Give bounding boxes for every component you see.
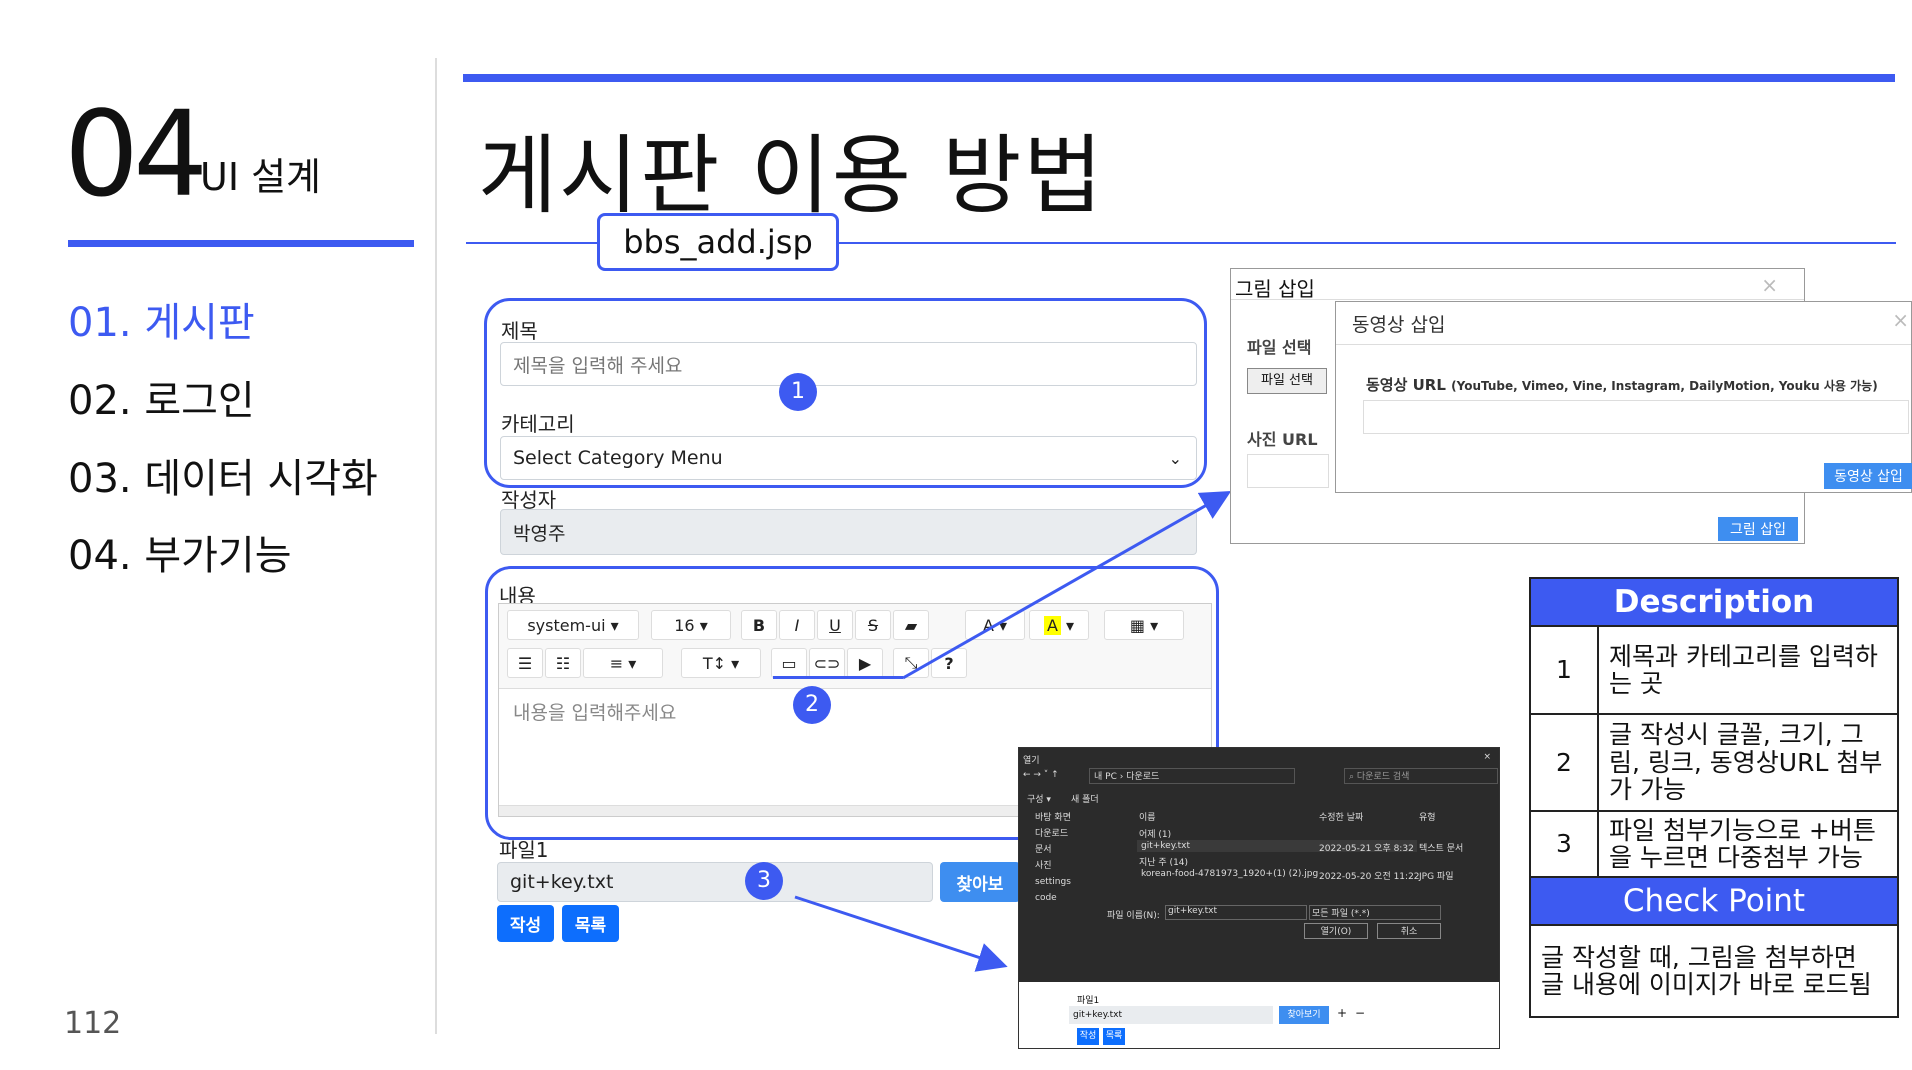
file-row-name[interactable]: korean-food-4781973_1920+(1) (2).jpg xyxy=(1141,869,1318,879)
file-row-type: JPG 파일 xyxy=(1419,872,1454,882)
check-point-text: 글 작성할 때, 그림을 첨부하면 글 내용에 이미지가 바로 로드됨 xyxy=(1529,924,1899,1018)
file-row-date: 2022-05-21 오후 8:32 xyxy=(1319,844,1414,854)
minus-icon[interactable]: − xyxy=(1355,1006,1365,1020)
check-point-header: Check Point xyxy=(1529,876,1899,926)
close-icon[interactable]: × xyxy=(1483,752,1491,762)
plus-icon[interactable]: + xyxy=(1337,1006,1347,1020)
close-icon[interactable]: × xyxy=(1892,308,1909,332)
close-icon[interactable]: × xyxy=(1761,273,1778,297)
filename-label: 파일 이름(N): xyxy=(1107,911,1160,921)
open-button[interactable]: 열기(O) xyxy=(1304,923,1368,939)
desc-text: 파일 첨부기능으로 +버튼을 누르면 다중첨부 가능 xyxy=(1597,810,1899,878)
sidebar-item[interactable]: 사진 xyxy=(1035,858,1071,874)
desc-num: 1 xyxy=(1529,625,1599,715)
video-insert-button[interactable]: 동영상 삽입 xyxy=(1824,463,1912,489)
video-url-input[interactable] xyxy=(1363,400,1909,434)
file-dialog-screenshot: 열기 × ← → ˅ ↑ 내 PC › 다운로드 ⌕ 다운로드 검색 구성 ▾ … xyxy=(1018,747,1500,1049)
cancel-button[interactable]: 취소 xyxy=(1377,923,1441,939)
below-file-label: 파일1 xyxy=(1077,996,1100,1006)
sidebar-item[interactable]: code xyxy=(1035,890,1071,906)
description-header: Description xyxy=(1529,577,1899,627)
address-bar[interactable]: 내 PC › 다운로드 xyxy=(1089,768,1295,784)
video-insert-modal: 동영상 삽입 × 동영상 URL (YouTube, Vimeo, Vine, … xyxy=(1335,301,1912,493)
below-list-button[interactable]: 목록 xyxy=(1103,1028,1125,1045)
group-header: 지난 주 (14) xyxy=(1139,858,1189,868)
column-date[interactable]: 수정한 날짜 xyxy=(1319,810,1363,823)
below-file-field[interactable]: git+key.txt xyxy=(1069,1006,1273,1024)
photo-url-label: 사진 URL xyxy=(1247,430,1318,449)
video-url-hint: (YouTube, Vimeo, Vine, Instagram, DailyM… xyxy=(1451,379,1878,393)
filter-select[interactable]: 모든 파일 (*.*) xyxy=(1309,905,1441,920)
group-header: 어제 (1) xyxy=(1139,830,1172,840)
new-folder-button[interactable]: 새 폴더 xyxy=(1071,792,1099,805)
desc-text: 제목과 카테고리를 입력하는 곳 xyxy=(1597,625,1899,715)
image-modal-title: 그림 삽입 xyxy=(1235,277,1315,301)
below-submit-button[interactable]: 작성 xyxy=(1077,1028,1099,1045)
sidebar-item[interactable]: 문서 xyxy=(1035,842,1071,858)
desc-text: 글 작성시 글꼴, 크기, 그림, 링크, 동영상URL 첨부가 가능 xyxy=(1597,713,1899,812)
image-insert-button[interactable]: 그림 삽입 xyxy=(1718,517,1798,541)
filename-input[interactable]: git+key.txt xyxy=(1165,905,1307,920)
description-table: Description 1 제목과 카테고리를 입력하는 곳 2 글 작성시 글꼴… xyxy=(1529,577,1899,1018)
organize-menu[interactable]: 구성 ▾ xyxy=(1027,792,1051,805)
sidebar-item[interactable]: 다운로드 xyxy=(1035,826,1071,842)
nav-arrows-icon[interactable]: ← → ˅ ↑ xyxy=(1023,770,1059,780)
search-input[interactable]: ⌕ 다운로드 검색 xyxy=(1344,768,1498,784)
video-url-label: 동영상 URL (YouTube, Vimeo, Vine, Instagram… xyxy=(1366,376,1878,394)
file-row-date: 2022-05-20 오전 11:22 xyxy=(1319,872,1420,882)
sidebar: 바탕 화면 다운로드 문서 사진 settings code xyxy=(1035,810,1071,906)
desc-num: 3 xyxy=(1529,810,1599,878)
file-row-type: 텍스트 문서 xyxy=(1419,844,1464,854)
photo-url-input[interactable] xyxy=(1247,454,1329,488)
arrow-to-dialog xyxy=(794,895,1008,972)
file-select-button[interactable]: 파일 선택 xyxy=(1247,368,1327,394)
sidebar-item[interactable]: settings xyxy=(1035,874,1071,890)
dialog-title: 열기 xyxy=(1023,756,1040,766)
file-row-name[interactable]: git+key.txt xyxy=(1141,841,1190,851)
arrow-to-modal xyxy=(902,491,1232,680)
below-browse-button[interactable]: 찾아보기 xyxy=(1279,1006,1329,1024)
file-open-dialog: 열기 × ← → ˅ ↑ 내 PC › 다운로드 ⌕ 다운로드 검색 구성 ▾ … xyxy=(1019,748,1499,982)
column-type[interactable]: 유형 xyxy=(1419,810,1436,823)
file-select-label: 파일 선택 xyxy=(1247,338,1312,357)
sidebar-item[interactable]: 바탕 화면 xyxy=(1035,810,1071,826)
video-modal-title: 동영상 삽입 xyxy=(1352,314,1446,336)
desc-num: 2 xyxy=(1529,713,1599,812)
column-name[interactable]: 이름 xyxy=(1139,810,1156,823)
